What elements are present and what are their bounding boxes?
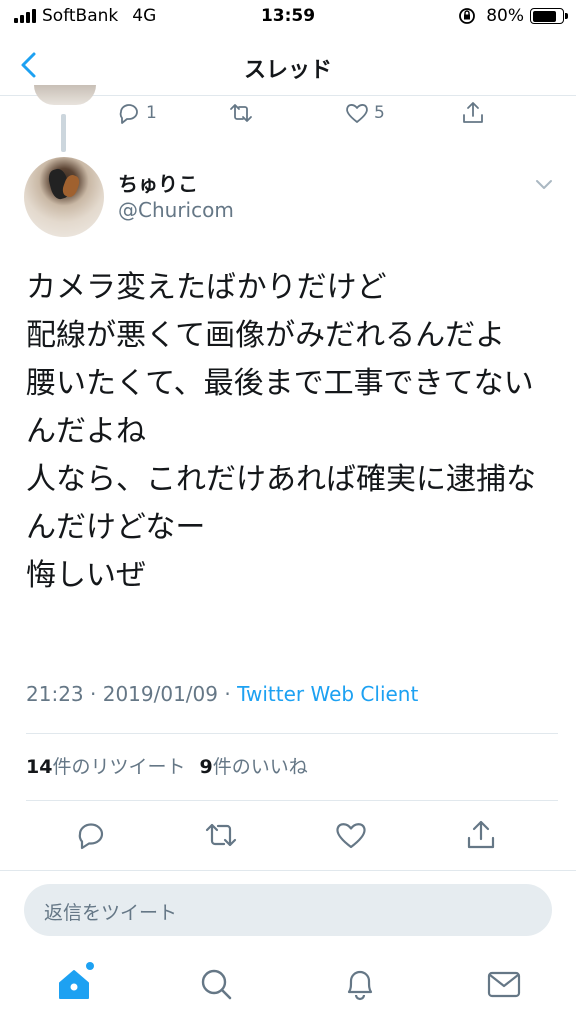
like-count: 9 [199, 756, 213, 778]
tweet-date: 2019/01/09 [102, 682, 218, 706]
meta-separator: · [83, 682, 103, 706]
tweet-client-link[interactable]: Twitter Web Client [237, 682, 418, 706]
heart-icon [336, 823, 366, 849]
tweet-time: 21:23 [26, 682, 84, 706]
tab-messages[interactable] [486, 966, 522, 1004]
reply-icon [119, 104, 138, 124]
section-separator [0, 870, 576, 871]
parent-like-count: 5 [374, 103, 385, 123]
parent-like-action[interactable]: 5 [344, 100, 385, 126]
battery-percent: 80% [486, 6, 524, 26]
tweet-text: カメラ変えたばかりだけど 配線が悪くて画像がみだれるんだよ 腰いたくて、最後まで… [26, 270, 536, 593]
thread-connector [61, 114, 66, 152]
retweet-label: 件のリツイート [52, 756, 186, 778]
retweet-stat[interactable]: 14件のリツイート [26, 752, 185, 779]
home-icon [59, 970, 89, 999]
tweet-actions [0, 814, 576, 858]
tab-bar [0, 950, 576, 1024]
heart-icon [346, 104, 368, 123]
like-button[interactable] [334, 818, 368, 852]
tweet-meta: 21:23 · 2019/01/09 · Twitter Web Client [26, 682, 418, 706]
status-bar-right: 80% [458, 6, 568, 26]
status-bar: SoftBank 4G 13:59 80% [0, 0, 576, 34]
tab-home[interactable] [56, 962, 94, 1004]
tab-search[interactable] [198, 966, 234, 1004]
user-handle[interactable]: @Churicom [118, 198, 234, 222]
parent-retweet-action[interactable] [228, 100, 254, 126]
like-label: 件のいいね [212, 756, 308, 778]
notifications-icon [347, 970, 373, 1001]
tab-notifications[interactable] [342, 966, 378, 1004]
share-icon [467, 820, 495, 849]
reply-icon [78, 823, 104, 850]
parent-reply-count: 1 [146, 103, 157, 123]
orientation-lock-icon [459, 8, 476, 24]
meta-separator: · [218, 682, 238, 706]
reply-placeholder: 返信をツイート [44, 902, 178, 924]
parent-tweet-actions: 1 5 [116, 96, 496, 130]
messages-icon [487, 971, 521, 998]
parent-reply-action[interactable]: 1 [116, 100, 157, 126]
tweet-stats: 14件のリツイート 9件のいいね [26, 752, 322, 779]
retweet-icon [230, 104, 252, 122]
retweet-icon [205, 823, 237, 847]
user-avatar[interactable] [24, 157, 104, 237]
parent-avatar[interactable] [34, 85, 96, 105]
retweet-button[interactable] [204, 818, 238, 852]
like-stat[interactable]: 9件のいいね [199, 752, 307, 779]
search-icon [201, 969, 232, 1000]
page-title: スレッド [243, 58, 332, 83]
display-name[interactable]: ちゅりこ [118, 168, 198, 197]
retweet-count: 14 [26, 756, 53, 778]
reply-input[interactable]: 返信をツイート [24, 884, 552, 936]
new-content-dot [86, 962, 94, 970]
share-icon [463, 102, 483, 123]
divider [26, 733, 558, 734]
divider [26, 800, 558, 801]
chevron-down-icon[interactable] [534, 174, 554, 194]
battery-icon [530, 8, 568, 24]
reply-button[interactable] [74, 818, 108, 852]
share-button[interactable] [464, 818, 498, 852]
parent-share-action[interactable] [460, 100, 486, 126]
